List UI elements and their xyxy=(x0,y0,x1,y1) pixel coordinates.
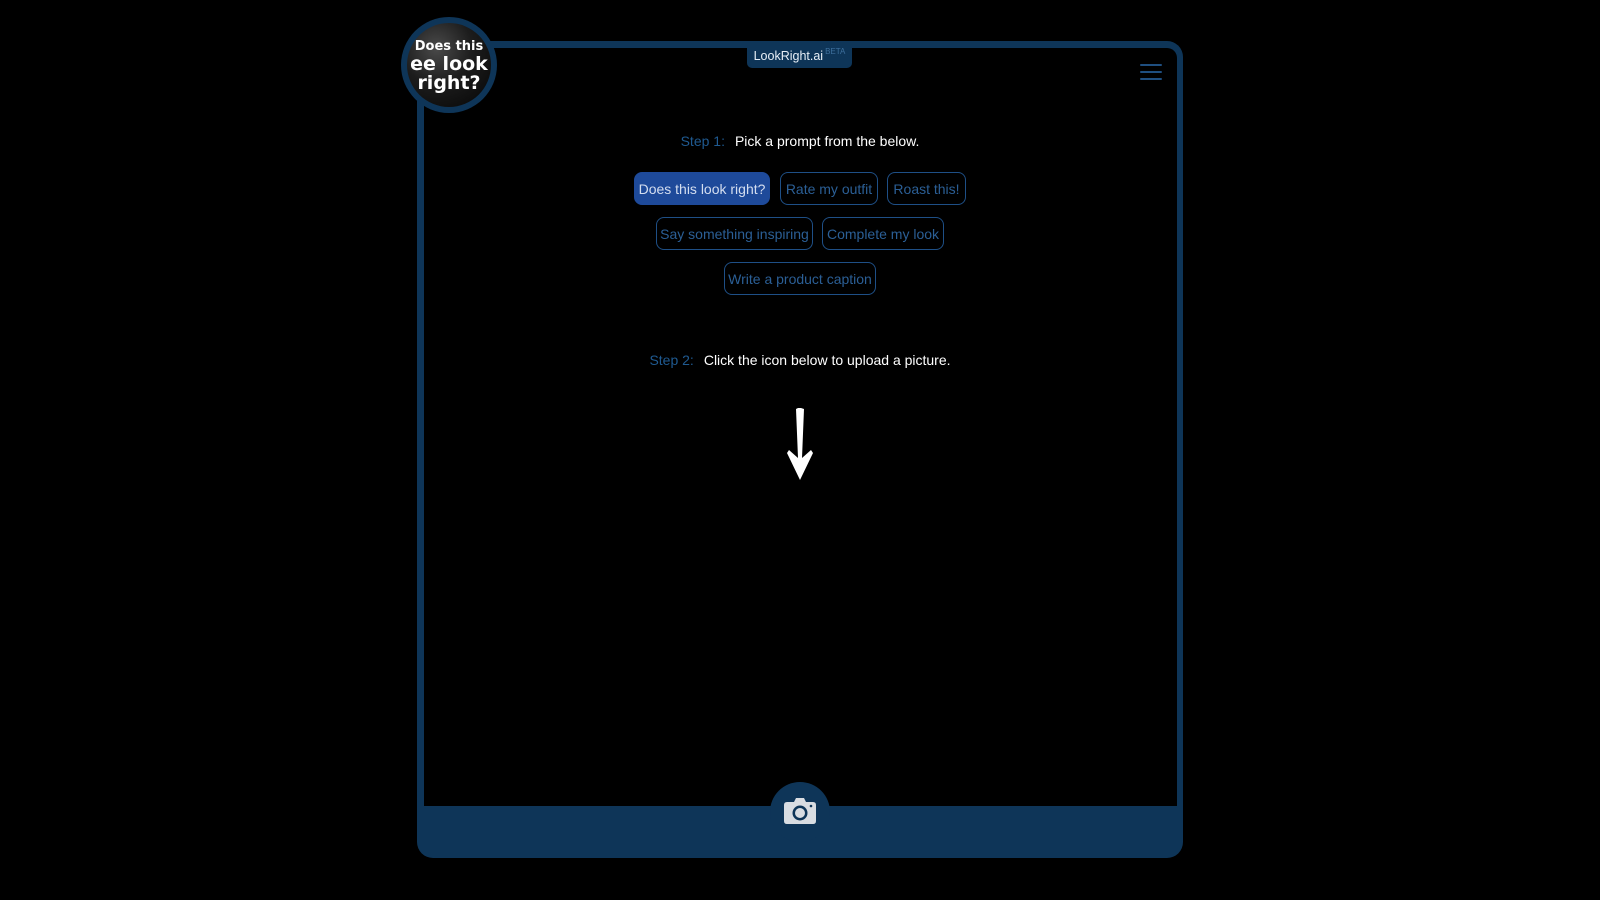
step2-label: Step 2: xyxy=(649,352,694,368)
step1-instruction: Step 1: Pick a prompt from the below. xyxy=(0,133,1600,149)
step2-text: Click the icon below to upload a picture… xyxy=(703,352,951,368)
prompt-chip-say-something-inspiring[interactable]: Say something inspiring xyxy=(656,217,813,250)
logo-text-line1: Does this xyxy=(414,39,484,54)
beta-badge: BETA xyxy=(825,47,846,56)
upload-camera-button[interactable] xyxy=(770,782,830,842)
step2-instruction: Step 2: Click the icon below to upload a … xyxy=(0,352,1600,368)
prompt-chip-write-a-product-caption[interactable]: Write a product caption xyxy=(724,262,876,295)
prompt-chip-rate-my-outfit[interactable]: Rate my outfit xyxy=(780,172,878,205)
camera-icon xyxy=(784,798,816,824)
brand-tab: LookRight.ai BETA xyxy=(747,44,852,68)
logo-text-line3: right? xyxy=(417,72,481,94)
prompt-chip-does-this-look-right[interactable]: Does this look right? xyxy=(634,172,770,205)
arrow-down-icon xyxy=(787,408,813,480)
step1-text: Pick a prompt from the below. xyxy=(734,133,920,149)
logo-badge: Does this ee look right? xyxy=(407,23,491,107)
hamburger-menu-icon[interactable] xyxy=(1140,64,1162,80)
brand-name: LookRight.ai xyxy=(753,49,824,63)
prompt-chip-complete-my-look[interactable]: Complete my look xyxy=(822,217,944,250)
logo[interactable]: Does this ee look right? xyxy=(401,17,497,113)
step1-label: Step 1: xyxy=(680,133,725,149)
prompt-chip-roast-this[interactable]: Roast this! xyxy=(887,172,966,205)
